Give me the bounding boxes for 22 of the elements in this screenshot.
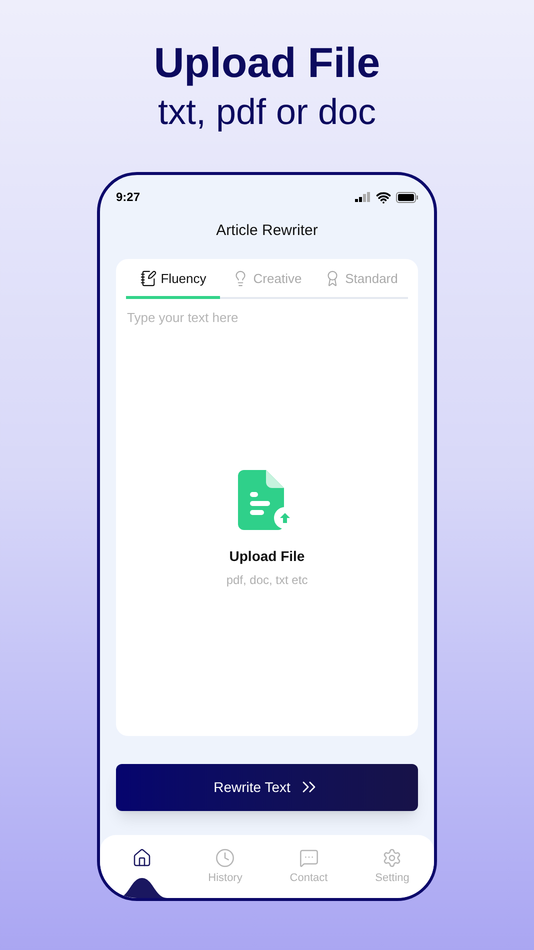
mode-tab[interactable]: Creative xyxy=(220,268,314,299)
battery-icon xyxy=(396,192,418,202)
home-icon xyxy=(132,848,152,868)
status-time: 9:27 xyxy=(116,189,140,206)
nav-item[interactable]: History xyxy=(184,835,267,898)
headline: Upload File xyxy=(154,38,380,88)
signal-icon xyxy=(355,192,371,202)
mode-tab[interactable]: Standard xyxy=(314,268,408,299)
upload-hint: pdf, doc, txt etc xyxy=(226,572,308,589)
notepad-icon xyxy=(140,270,157,287)
nav-item[interactable]: Setting xyxy=(350,835,434,898)
upload-title: Upload File xyxy=(229,547,305,566)
mode-tab[interactable]: Fluency xyxy=(126,268,220,299)
text-editor[interactable]: Fluency Creative Standard Type your text here Upload File pdf, doc, txt etc xyxy=(116,258,418,736)
wifi-icon xyxy=(376,190,391,204)
subheadline: txt, pdf or doc xyxy=(158,90,376,134)
settings-icon xyxy=(382,848,402,868)
rewrite-button[interactable]: Rewrite Text xyxy=(116,764,418,810)
app-title: Article Rewriter xyxy=(216,221,318,241)
clock-icon xyxy=(215,848,236,868)
chat-icon xyxy=(298,848,319,868)
nav-item[interactable]: Contact xyxy=(267,835,350,898)
